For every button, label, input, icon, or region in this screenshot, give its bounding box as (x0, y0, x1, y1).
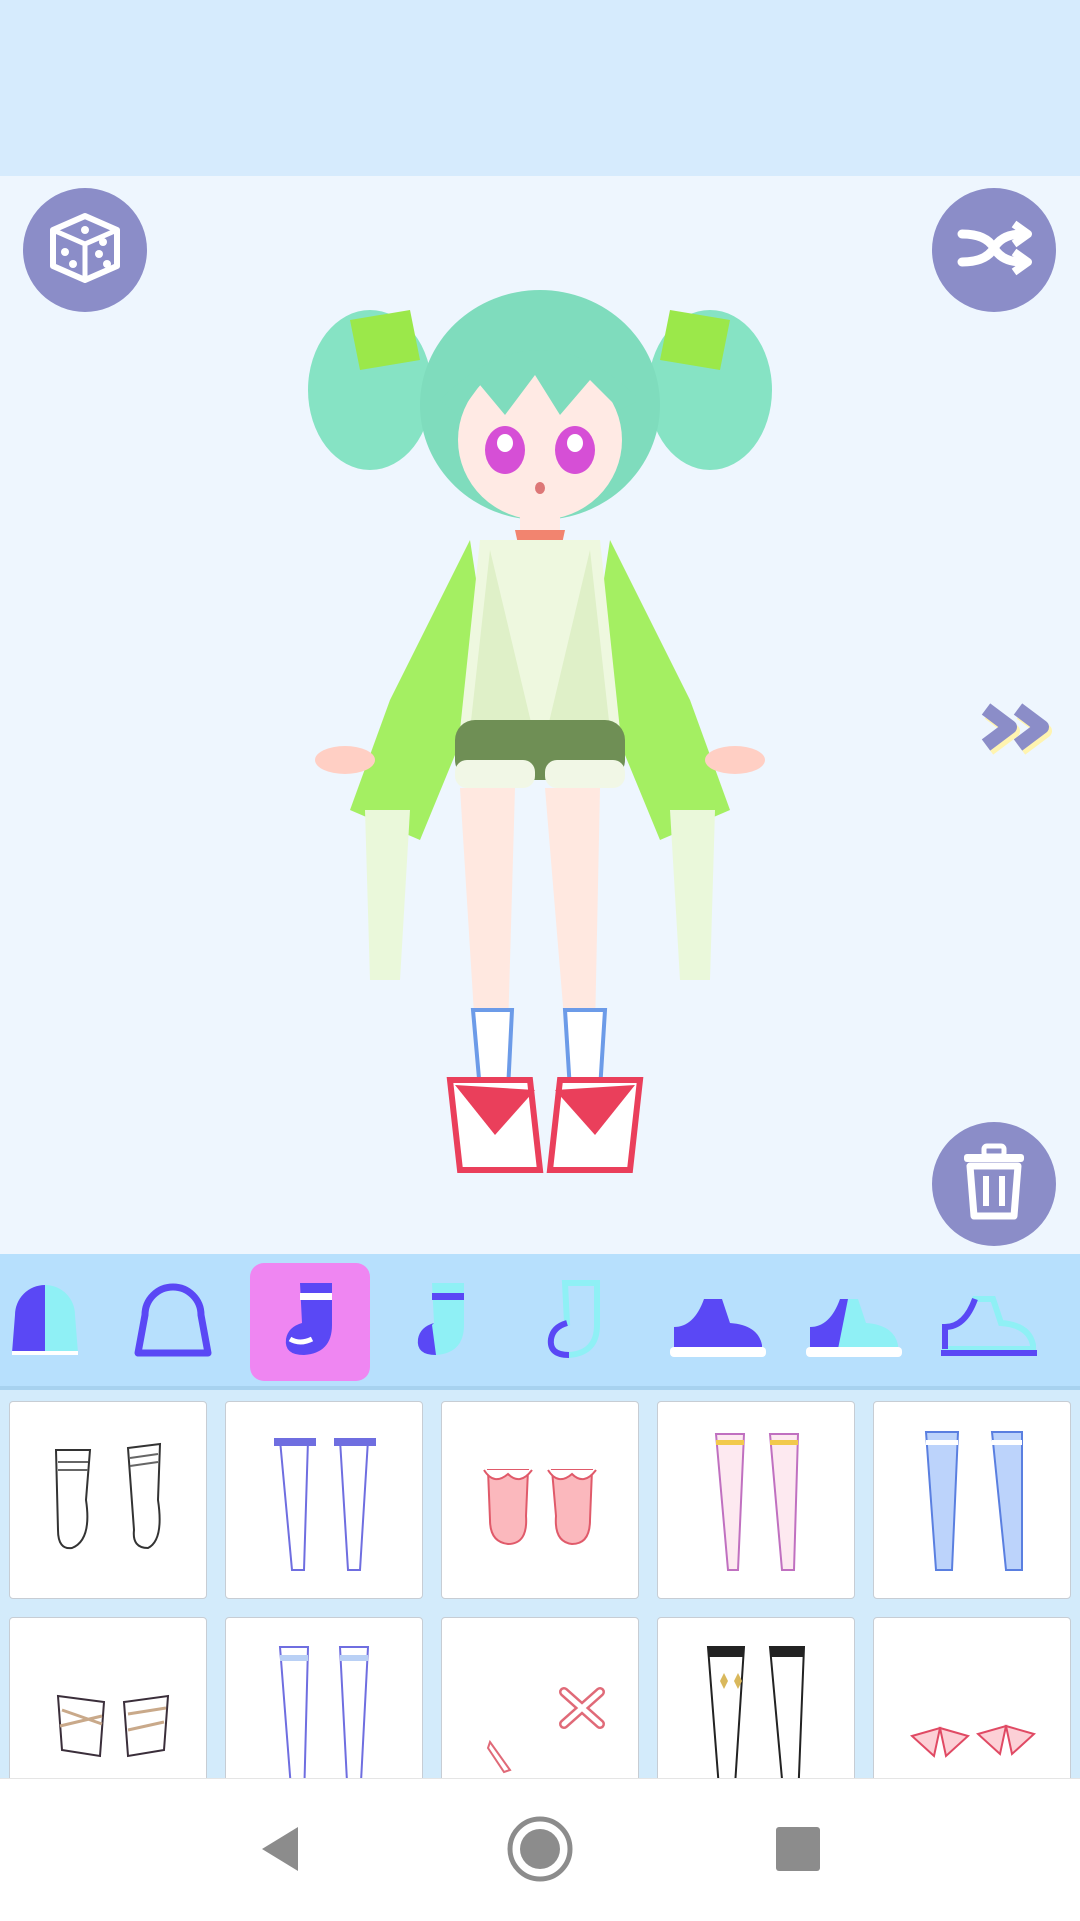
item-thumbnail (56, 1694, 170, 1758)
left-leg (460, 788, 515, 1030)
item-thumbnail (278, 1646, 370, 1778)
right-glove (670, 810, 715, 980)
tab-shoes-2[interactable] (793, 1263, 913, 1381)
item-thumbnail (706, 1646, 806, 1778)
double-chevron-right-icon (980, 703, 1060, 763)
tab-socks-1[interactable] (250, 1263, 370, 1381)
item-leg-wraps[interactable] (9, 1617, 207, 1778)
left-glove (365, 810, 410, 980)
back-button[interactable] (238, 1809, 322, 1893)
item-thumbnail (924, 1431, 1023, 1571)
recents-square-icon (770, 1821, 826, 1882)
shuffle-button[interactable] (932, 188, 1056, 312)
tab-body[interactable] (113, 1263, 233, 1381)
shoe-outline-icon (933, 1275, 1043, 1370)
character-preview (290, 290, 790, 1210)
trash-icon (956, 1142, 1032, 1227)
top-status-area (0, 0, 1080, 176)
right-hair-bow (660, 310, 730, 370)
sock-icon (402, 1275, 482, 1370)
clear-outfit-button[interactable] (932, 1122, 1056, 1246)
skin-tone-icon (0, 1275, 90, 1370)
item-thumbnail (274, 1438, 376, 1571)
right-leg (545, 788, 600, 1030)
recents-button[interactable] (756, 1809, 840, 1893)
category-tab-bar (0, 1254, 1080, 1390)
home-button[interactable] (498, 1809, 582, 1893)
item-grid (0, 1390, 1080, 1778)
tab-socks-2[interactable] (382, 1263, 502, 1381)
randomize-button[interactable] (23, 188, 147, 312)
tab-shoes-1[interactable] (657, 1263, 777, 1381)
item-pink-ribbon-bows[interactable] (873, 1617, 1071, 1778)
tab-shoes-3[interactable] (928, 1263, 1048, 1381)
system-navigation-bar (0, 1778, 1080, 1921)
item-white-thigh-highs-black-trim[interactable] (657, 1617, 855, 1778)
sock-icon (270, 1275, 350, 1370)
item-thumbnail (909, 1724, 1037, 1758)
tab-skin[interactable] (0, 1263, 105, 1381)
item-thumbnail (486, 1687, 605, 1774)
home-circle-icon (504, 1813, 576, 1890)
item-thumbnail (54, 1442, 162, 1550)
item-blue-thigh-highs[interactable] (873, 1401, 1071, 1599)
sock-outline-icon (535, 1275, 615, 1370)
shoe-icon (798, 1275, 908, 1370)
item-garter-stockings-lace[interactable] (225, 1617, 423, 1778)
next-page-button[interactable] (980, 695, 1060, 759)
shoe-icon (662, 1275, 772, 1370)
item-garter-stockings-white[interactable] (225, 1401, 423, 1599)
left-hair-bow (350, 310, 420, 370)
item-bandage-patches[interactable] (441, 1617, 639, 1778)
item-thumbnail (483, 1469, 597, 1546)
back-triangle-icon (250, 1819, 310, 1884)
body-outline-icon (128, 1275, 218, 1370)
item-pink-thigh-highs-gold-stripe[interactable] (657, 1401, 855, 1599)
item-thumbnail (714, 1433, 800, 1571)
item-pink-frill-socks[interactable] (441, 1401, 639, 1599)
tab-socks-3[interactable] (515, 1263, 635, 1381)
item-white-slouch-socks[interactable] (9, 1401, 207, 1599)
dice-icon (45, 208, 125, 293)
shuffle-icon (952, 206, 1036, 295)
